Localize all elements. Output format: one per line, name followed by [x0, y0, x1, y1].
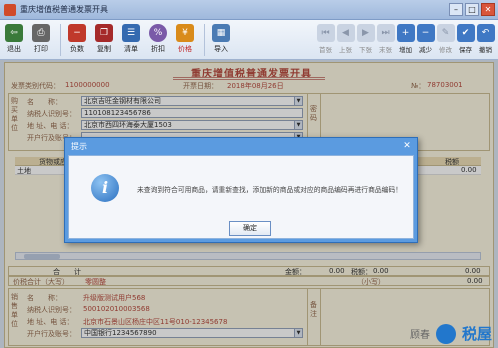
app-icon: [4, 3, 16, 16]
toolbar-label: 减少: [419, 46, 432, 54]
toolbar-first-button[interactable]: ⏮ 首张: [316, 22, 335, 58]
toolbar-prev-button[interactable]: ◀ 上张: [336, 22, 355, 58]
toolbar-label: 撤销: [479, 46, 492, 54]
import-icon: ▦: [212, 24, 230, 42]
toolbar-label: 保存: [459, 46, 472, 54]
negative-icon: −: [68, 24, 86, 42]
toolbar-label: 末张: [379, 46, 392, 54]
print-icon: ⎙: [32, 24, 50, 42]
toolbar-label: 复制: [97, 45, 111, 53]
save-icon: ✔: [456, 24, 475, 42]
toolbar-add-button[interactable]: + 增加: [396, 22, 415, 58]
toolbar-label: 导入: [214, 45, 228, 53]
window-titlebar: 重庆增值税普通发票开具 – □ ✕: [0, 0, 498, 20]
last-icon: ⏭: [376, 24, 395, 42]
watermark-brand: 税屋: [461, 325, 492, 343]
toolbar-modify-button[interactable]: ✎ 修改: [436, 22, 455, 58]
toolbar-label: 打印: [34, 45, 48, 53]
watermark-text: 顾春: [409, 330, 430, 341]
toolbar-label: 负数: [70, 45, 84, 53]
minus-icon: −: [416, 24, 435, 42]
dialog-message: 未查询到符合可用商品，请重新查找，添加新的商品或对应的商品编码再进行商品编码！: [137, 186, 403, 194]
dialog-title: 提示: [71, 142, 87, 151]
dialog-close-icon[interactable]: ✕: [400, 140, 414, 152]
watermark: 顾春 税屋: [410, 323, 492, 344]
window-controls: – □ ✕: [449, 3, 495, 16]
toolbar-negative-button[interactable]: − 负数: [65, 22, 89, 58]
toolbar-label: 首张: [319, 46, 332, 54]
copy-icon: ❐: [95, 24, 113, 42]
toolbar-label: 价格: [178, 45, 192, 53]
toolbar-print-button[interactable]: ⎙ 打印: [29, 22, 53, 58]
toolbar-label: 退出: [7, 45, 21, 53]
toolbar-import-button[interactable]: ▦ 导入: [209, 22, 233, 58]
toolbar-separator: [60, 24, 61, 56]
toolbar-label: 上张: [339, 46, 352, 54]
toolbar-price-button[interactable]: ¥ 价格: [173, 22, 197, 58]
toolbar-copy-button[interactable]: ❐ 复制: [92, 22, 116, 58]
edit-icon: ✎: [436, 24, 455, 42]
toolbar-remove-button[interactable]: − 减少: [416, 22, 435, 58]
toolbar-discount-button[interactable]: % 折扣: [146, 22, 170, 58]
discount-icon: %: [149, 24, 167, 42]
maximize-button[interactable]: □: [465, 3, 479, 16]
minimize-button[interactable]: –: [449, 3, 463, 16]
toolbar-label: 修改: [439, 46, 452, 54]
price-icon: ¥: [176, 24, 194, 42]
prev-icon: ◀: [336, 24, 355, 42]
brand-logo-icon: [435, 323, 456, 344]
toolbar-save-button[interactable]: ✔ 保存: [456, 22, 475, 58]
ok-button[interactable]: 确定: [229, 221, 271, 236]
close-button[interactable]: ✕: [481, 3, 495, 16]
toolbar: ⇦ 退出 ⎙ 打印 − 负数 ❐ 复制 ☰ 清单 % 折扣 ¥ 价格 ▦ 导入 …: [0, 20, 498, 60]
toolbar-label: 折扣: [151, 45, 165, 53]
alert-dialog: 提示 ✕ i 未查询到符合可用商品，请重新查找，添加新的商品或对应的商品编码再进…: [64, 137, 418, 243]
exit-icon: ⇦: [5, 24, 23, 42]
window-title: 重庆增值税普通发票开具: [20, 5, 108, 14]
first-icon: ⏮: [316, 24, 335, 42]
info-icon: i: [91, 174, 119, 202]
toolbar-label: 增加: [399, 46, 412, 54]
toolbar-label: 清单: [124, 45, 138, 53]
toolbar-exit-button[interactable]: ⇦ 退出: [2, 22, 26, 58]
plus-icon: +: [396, 24, 415, 42]
list-icon: ☰: [122, 24, 140, 42]
dialog-body: i 未查询到符合可用商品，请重新查找，添加新的商品或对应的商品编码再进行商品编码…: [68, 155, 414, 239]
undo-icon: ↶: [476, 24, 495, 42]
toolbar-nav-group: ⏮ 首张 ◀ 上张 ▶ 下张 ⏭ 末张 + 增加 − 减少 ✎ 修改 ✔ 保存: [316, 22, 496, 58]
toolbar-separator: [204, 24, 205, 56]
toolbar-label: 下张: [359, 46, 372, 54]
next-icon: ▶: [356, 24, 375, 42]
toolbar-list-button[interactable]: ☰ 清单: [119, 22, 143, 58]
toolbar-undo-button[interactable]: ↶ 撤销: [476, 22, 495, 58]
toolbar-next-button[interactable]: ▶ 下张: [356, 22, 375, 58]
toolbar-last-button[interactable]: ⏭ 末张: [376, 22, 395, 58]
